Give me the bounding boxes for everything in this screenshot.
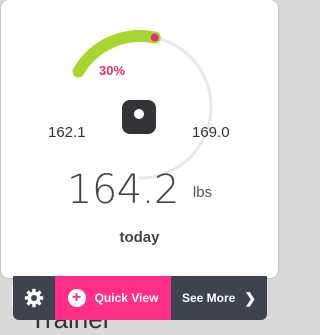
action-bar: + Quick View See More ❯ (13, 276, 267, 320)
current-weight: 164.2 lbs (1, 167, 278, 213)
see-more-button[interactable]: See More ❯ (171, 276, 267, 320)
scale-icon (122, 100, 156, 134)
weight-card: 30% 162.1 169.0 164.2 lbs today (1, 0, 278, 278)
weight-value: 164.2 (66, 167, 180, 213)
quick-view-label: Quick View (94, 291, 159, 305)
reading-date: today (119, 229, 160, 246)
gauge-progress-marker (150, 33, 159, 42)
chevron-right-icon: ❯ (244, 289, 257, 306)
quick-view-button[interactable]: + Quick View (55, 276, 171, 320)
plus-circle-icon: + (67, 289, 86, 307)
progress-percent: 30% (99, 63, 126, 78)
goal-weight: 169.0 (192, 124, 230, 141)
weight-unit: lbs (192, 184, 213, 201)
start-weight: 162.1 (48, 124, 86, 141)
settings-button[interactable] (13, 276, 55, 320)
gear-icon (24, 288, 44, 308)
see-more-label: See More (181, 291, 236, 305)
